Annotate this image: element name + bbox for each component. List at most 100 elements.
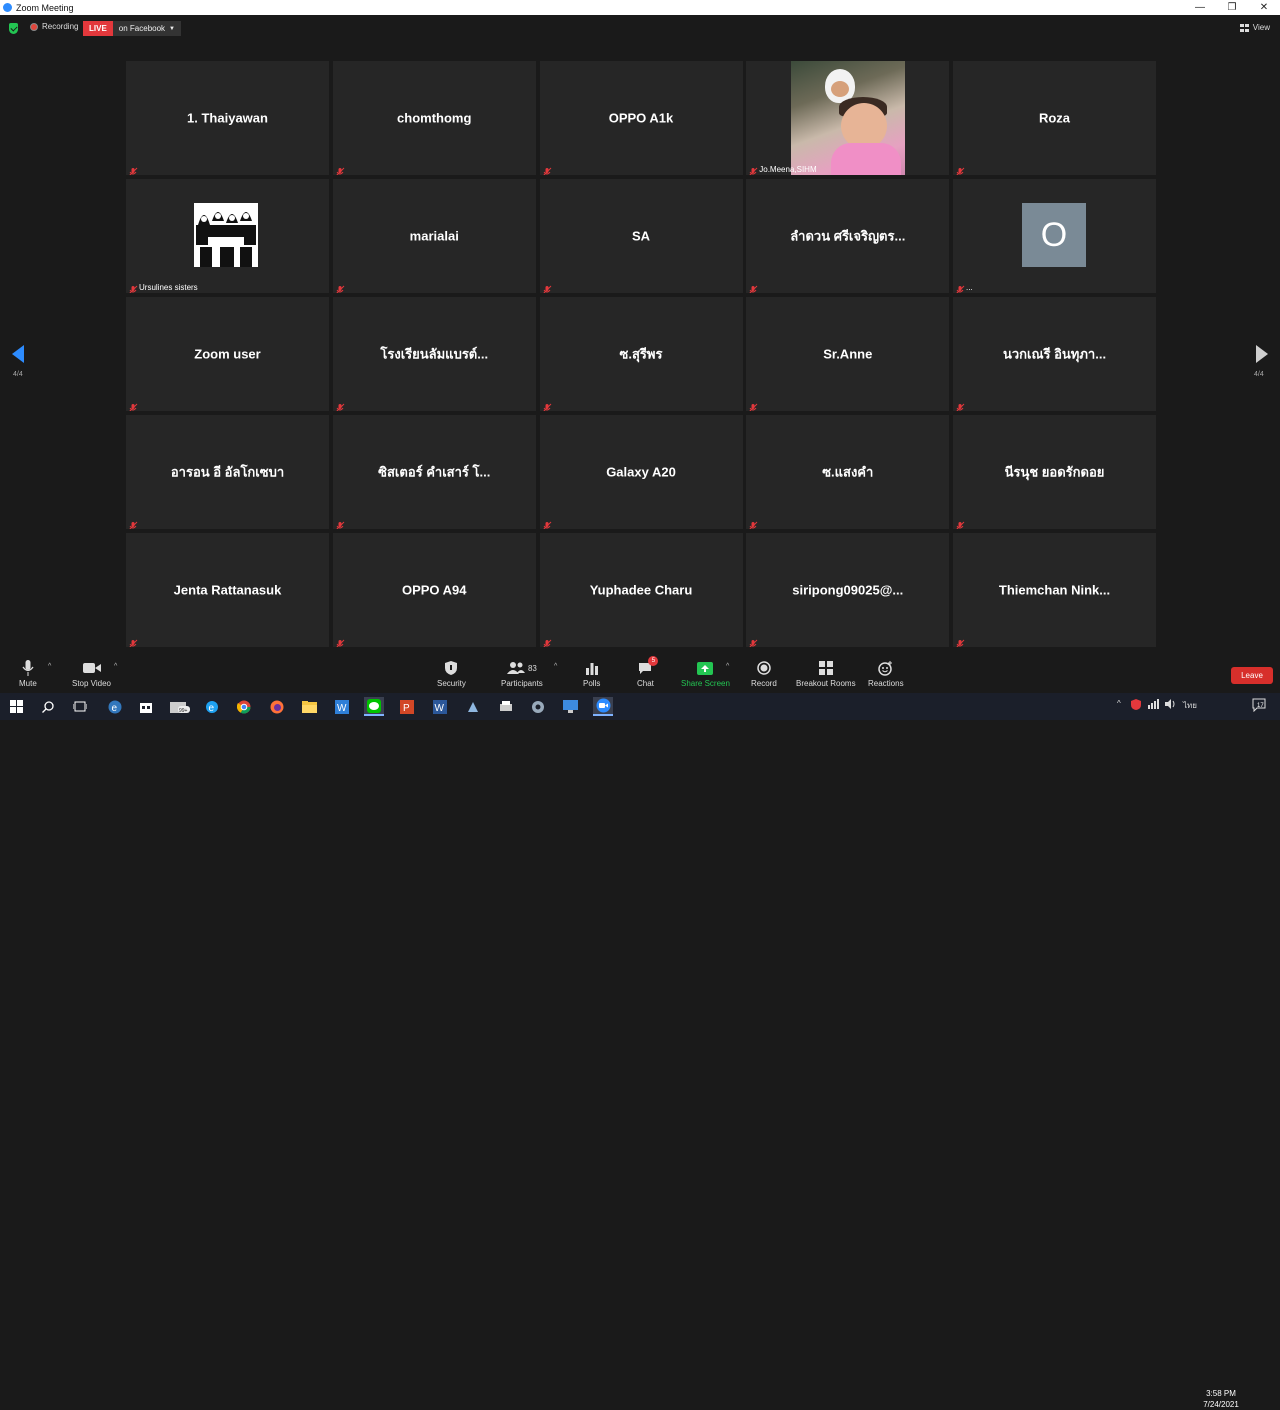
polls-button[interactable]: Polls [583, 659, 600, 688]
muted-mic-icon [955, 282, 965, 293]
zoom-taskbar-icon[interactable] [593, 697, 613, 716]
view-button[interactable]: View [1239, 23, 1270, 32]
chat-button[interactable]: 5 Chat [637, 656, 659, 688]
participant-tile[interactable]: Thiemchan Nink... [953, 533, 1156, 647]
record-button[interactable]: Record [751, 659, 777, 688]
participant-tile[interactable]: นวกเณรี อินทุภา... [953, 297, 1156, 411]
participant-tile[interactable]: โรงเรียนลัมแบรต์... [332, 297, 536, 411]
printer-app-icon[interactable] [496, 697, 516, 716]
participant-tile[interactable]: อารอน อี อัลโกเซบา [126, 415, 329, 529]
share-options-caret-icon[interactable]: ^ [726, 663, 729, 670]
participant-name-label: Ursulines sisters [139, 283, 198, 292]
participant-tile[interactable]: Jo.Meena,SIHM [746, 61, 950, 175]
meeting-top-bar: Recording LIVE on Facebook ▼ View [0, 15, 1280, 43]
line-app-icon[interactable] [364, 697, 384, 716]
page-count-right: 4/4 [1254, 371, 1264, 378]
participant-tile[interactable]: siripong09025@... [746, 533, 950, 647]
security-button[interactable]: Security [437, 659, 466, 688]
participant-tile[interactable]: Yuphadee Charu [539, 533, 743, 647]
close-button[interactable]: ✕ [1248, 0, 1280, 15]
participant-tile[interactable]: ซิสเตอร์ คำเสาร์ โ... [332, 415, 536, 529]
participant-tile[interactable]: Zoom user [126, 297, 329, 411]
task-view-icon[interactable] [70, 697, 90, 716]
participant-tile[interactable]: OPPO A94 [332, 533, 536, 647]
participants-label: Participants [501, 679, 543, 688]
participant-tile[interactable]: ลำดวน ศรีเจริญตร... [746, 179, 950, 293]
store-icon[interactable] [136, 697, 156, 716]
reactions-button[interactable]: Reactions [868, 659, 904, 688]
zoom-app-icon [3, 3, 12, 12]
show-hidden-icons-caret[interactable]: ^ [1117, 699, 1121, 708]
participant-tile[interactable]: Jenta Rattanasuk [126, 533, 329, 647]
participant-tile[interactable]: Roza [953, 61, 1156, 175]
participant-name: Thiemchan Nink... [998, 582, 1111, 598]
view-label: View [1252, 23, 1270, 32]
share-screen-button[interactable]: Share Screen [681, 659, 730, 688]
participant-tile[interactable]: O ... [953, 179, 1156, 293]
participant-tile[interactable]: นีรนุช ยอดรักดอย [953, 415, 1156, 529]
participants-options-caret-icon[interactable]: ^ [554, 663, 557, 670]
recording-indicator[interactable]: Recording [30, 22, 78, 31]
video-camera-icon [82, 659, 101, 677]
participant-name: ซ.แสงคำ [822, 464, 874, 480]
live-stream-indicator[interactable]: LIVE on Facebook ▼ [83, 21, 181, 36]
muted-mic-icon [542, 282, 552, 293]
file-explorer-icon[interactable] [299, 697, 319, 716]
participant-tile[interactable]: ซ.สุรีพร [539, 297, 743, 411]
participant-name: OPPO A94 [401, 582, 467, 598]
maximize-button[interactable]: ❐ [1216, 0, 1248, 15]
live-target-dropdown[interactable]: on Facebook ▼ [112, 21, 181, 36]
breakout-rooms-button[interactable]: Breakout Rooms [796, 659, 856, 688]
input-language[interactable]: ไทย [1183, 699, 1197, 712]
muted-mic-icon [748, 164, 758, 175]
previous-page-arrow-icon[interactable] [12, 345, 26, 363]
powerpoint-icon[interactable]: P [397, 697, 417, 716]
muted-mic-icon [542, 636, 552, 647]
muted-mic-icon [748, 400, 758, 411]
remote-desktop-icon[interactable] [560, 697, 580, 716]
muted-mic-icon [128, 518, 138, 529]
page-count-left: 4/4 [13, 371, 23, 378]
taskbar-clock[interactable]: 3:58 PM 7/24/2021 [1196, 1388, 1246, 1410]
leave-button[interactable]: Leave [1231, 667, 1273, 684]
chat-unread-badge: 5 [648, 656, 659, 666]
windows-start-icon[interactable] [6, 697, 26, 716]
app-w-icon[interactable]: W [332, 697, 352, 716]
clock-time: 3:58 PM [1206, 1389, 1236, 1398]
chrome-icon[interactable] [234, 697, 254, 716]
participant-tile[interactable]: Sr.Anne [746, 297, 950, 411]
word-icon[interactable]: W [430, 697, 450, 716]
next-page-arrow-icon[interactable] [1254, 345, 1268, 363]
video-options-caret-icon[interactable]: ^ [114, 663, 117, 670]
participant-tile[interactable]: Galaxy A20 [539, 415, 743, 529]
encryption-shield-icon[interactable] [9, 23, 18, 34]
mail-icon[interactable]: 99+ [170, 697, 190, 716]
participant-tile[interactable]: 1. Thaiyawan [126, 61, 329, 175]
participant-tile[interactable]: ซ.แสงคำ [746, 415, 950, 529]
audio-options-caret-icon[interactable]: ^ [48, 663, 51, 670]
photos-icon[interactable] [463, 697, 483, 716]
volume-tray-icon[interactable] [1165, 699, 1176, 711]
search-icon[interactable] [38, 697, 58, 716]
security-tray-icon[interactable] [1131, 699, 1141, 712]
participant-tile[interactable]: Ursulines sisters [126, 179, 329, 293]
participant-name: โรงเรียนลัมแบรต์... [380, 346, 489, 362]
notification-center-icon[interactable]: 17 [1252, 698, 1266, 714]
settings-app-icon[interactable] [528, 697, 548, 716]
participants-button[interactable]: 83 Participants [501, 659, 543, 688]
participant-tile[interactable]: marialai [332, 179, 536, 293]
mute-button[interactable]: Mute [19, 659, 37, 688]
network-tray-icon[interactable] [1148, 699, 1159, 711]
minimize-button[interactable]: — [1184, 0, 1216, 15]
internet-explorer-icon[interactable]: e [202, 697, 222, 716]
participant-tile[interactable]: chomthomg [332, 61, 536, 175]
edge-browser-icon[interactable]: e [105, 697, 125, 716]
participant-tile[interactable]: OPPO A1k [539, 61, 743, 175]
caret-down-icon: ▼ [169, 25, 175, 32]
firefox-icon[interactable] [267, 697, 287, 716]
polls-label: Polls [583, 679, 601, 688]
stop-video-button[interactable]: Stop Video [72, 659, 111, 688]
share-screen-label: Share Screen [681, 679, 730, 688]
participant-tile[interactable]: SA [539, 179, 743, 293]
microphone-icon [22, 659, 34, 677]
